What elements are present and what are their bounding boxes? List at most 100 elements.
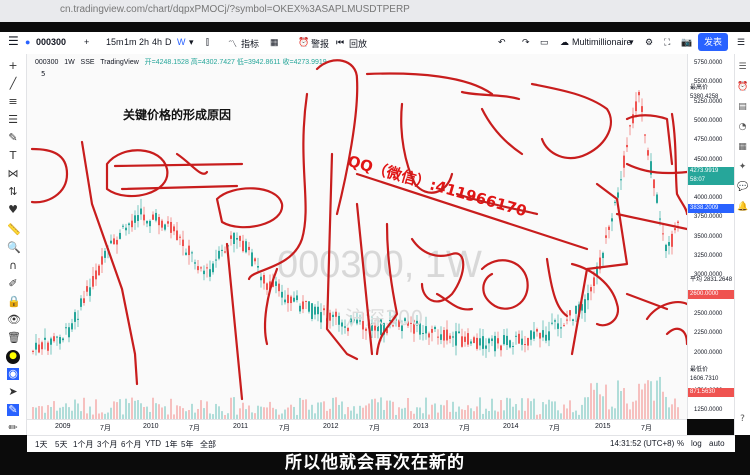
crosshair-icon[interactable]: + [7, 60, 19, 72]
ideas-icon[interactable]: ✦ [737, 162, 748, 173]
replay-button[interactable]: 回放 [349, 37, 367, 50]
layout-dropdown-icon[interactable]: ▾ [629, 37, 634, 48]
browser-address-bar[interactable]: cn.tradingview.com/chart/dqpxPMOCj/?symb… [0, 0, 750, 22]
templates-icon[interactable]: ▦ [270, 37, 279, 48]
time-label: 2012 [323, 423, 339, 430]
brush-icon[interactable]: ✎ [7, 132, 19, 144]
eye-icon[interactable]: 👁 [7, 314, 21, 326]
horizontal-line-icon[interactable]: ≡ [7, 96, 19, 108]
handwriting-overlay [30, 59, 687, 401]
price-tick: 4750.0000 [694, 137, 723, 144]
stay-drawing-icon[interactable]: ✐ [7, 278, 19, 290]
notifications-icon[interactable]: 🔔 [737, 202, 748, 213]
price-tick: 5000.0000 [694, 117, 723, 124]
last-price-label: 4273.9919 [688, 167, 737, 176]
price-tick: 2000.0000 [694, 349, 723, 356]
zoom-in-icon[interactable]: 🔍 [7, 242, 21, 254]
redo-icon[interactable]: ↷ [522, 37, 530, 48]
hotlist-icon[interactable]: ◔ [737, 122, 748, 133]
right-sidebar: ☰ ⏰ ▤ ◔ ▦ ✦ 💬 🔔 ? [734, 54, 750, 435]
low-label: 最低价 1606.7310 [688, 366, 737, 382]
eraser-icon[interactable]: ✎ [7, 404, 19, 416]
chart-pane[interactable]: 000300, 1W 沪深300 000300 1W SSE TradingVi… [27, 54, 687, 419]
cursor-icon[interactable]: ➤ [7, 386, 19, 398]
time-label: 7月 [549, 425, 560, 432]
prediction-icon[interactable]: ⇅ [7, 186, 19, 198]
url-text: cn.tradingview.com/chart/dqpxPMOCj/?symb… [60, 4, 410, 15]
watchlist-icon[interactable]: ☰ [737, 62, 748, 73]
clock-readout[interactable]: 14:31:52 (UTC+8) [610, 439, 674, 448]
data-window-icon[interactable]: ▤ [737, 102, 748, 113]
bulb-icon[interactable]: ● [6, 350, 20, 364]
indicators-icon: 〽 [228, 39, 238, 49]
bar-style-icon[interactable]: ⫿ [206, 37, 209, 48]
percent-toggle[interactable]: % [677, 439, 684, 448]
interval-dropdown[interactable]: ▾ [189, 37, 194, 48]
calendar-icon[interactable]: ▦ [737, 142, 748, 153]
camera-icon[interactable]: 📷 [681, 37, 692, 48]
time-label: 7月 [369, 425, 380, 432]
high-label: 最高价 5380.4258 [688, 84, 737, 100]
price-tick: 4500.0000 [694, 156, 723, 163]
eye-active-icon[interactable]: ◉ [7, 368, 19, 380]
alert-button[interactable]: 警报 [311, 37, 329, 50]
fullscreen-icon[interactable]: ⛶ [664, 37, 670, 48]
magnet-icon[interactable]: ∩ [7, 260, 19, 272]
price-tick: 4000.0000 [694, 195, 723, 202]
ruler-icon[interactable]: 📏 [7, 224, 21, 236]
video-subtitle: 所以他就会再次在新的 [285, 453, 465, 473]
interval-2h[interactable]: 2h [139, 37, 149, 47]
time-label: 7月 [459, 425, 470, 432]
price-tick: 3750.0000 [694, 214, 723, 221]
layout-name[interactable]: Multimillionaire [572, 37, 632, 47]
right-menu-icon[interactable]: ☰ [737, 37, 745, 48]
help-icon[interactable]: ? [737, 414, 748, 425]
indicators-button[interactable]: 指标 [241, 37, 259, 50]
trend-line-icon[interactable]: ╱ [7, 78, 19, 90]
interval-d[interactable]: D [165, 37, 172, 47]
text-icon[interactable]: T [7, 150, 19, 162]
symbol-search[interactable]: 000300 [36, 37, 66, 47]
time-label: 2009 [55, 423, 71, 430]
time-label: 7月 [189, 425, 200, 432]
time-label: 2014 [503, 423, 519, 430]
time-label: 7月 [641, 425, 652, 432]
layout-icon[interactable]: ▭ [540, 37, 549, 48]
countdown-label: 58:07 [688, 176, 737, 185]
time-label: 7月 [279, 425, 290, 432]
auto-toggle[interactable]: auto [709, 439, 725, 448]
pen-icon[interactable]: ✏ [7, 422, 19, 434]
trash-icon[interactable]: 🗑 [7, 332, 21, 344]
price-tick: 5750.0000 [694, 60, 723, 66]
fib-icon[interactable]: ☰ [7, 114, 19, 126]
drawing-toolbar: + ╱ ≡ ☰ ✎ T ⋈ ⇅ ♥ 📏 🔍 ∩ ✐ 🔒 👁 🗑 ● ◉ ➤ ✎ … [0, 54, 27, 435]
undo-icon[interactable]: ↶ [498, 37, 506, 48]
alerts-sidebar-icon[interactable]: ⏰ [737, 82, 748, 93]
interval-1m[interactable]: 1m [124, 37, 137, 47]
pattern-icon[interactable]: ⋈ [7, 168, 19, 180]
chart-toolbar: ☰ ● 000300 + 15m 1m 2h 4h D W ▾ ⫿ 〽 指标 ▦… [0, 32, 750, 55]
log-toggle[interactable]: log [691, 439, 702, 448]
price-tick: 3250.0000 [694, 253, 723, 259]
interval-w[interactable]: W [177, 37, 186, 47]
range-ytd[interactable]: YTD [145, 439, 161, 448]
crosshair-price-label: 3838.2009 [688, 204, 737, 213]
lock-icon[interactable]: 🔒 [7, 296, 21, 308]
interval-15m[interactable]: 15m [106, 37, 124, 47]
level-label: 2600.0000 [688, 290, 737, 299]
icon-tool-icon[interactable]: ♥ [7, 204, 19, 216]
menu-icon[interactable]: ☰ [8, 34, 19, 48]
chat-icon[interactable]: 💬 [737, 182, 748, 193]
time-label: 2015 [595, 423, 611, 430]
interval-4h[interactable]: 4h [152, 37, 162, 47]
price-tick: 2250.0000 [694, 330, 723, 337]
compare-add-button[interactable]: + [84, 37, 89, 47]
average-label: 平均 2831.2648 [688, 276, 737, 285]
publish-button[interactable]: 发表 [698, 33, 728, 51]
settings-icon[interactable]: ⚙ [645, 37, 653, 48]
time-axis[interactable]: 2009 7月 2010 7月 2011 7月 2012 7月 2013 7月 … [27, 419, 687, 436]
symbol-dot-icon: ● [25, 37, 31, 47]
time-label: 2013 [413, 423, 429, 430]
cloud-icon: ☁ [560, 37, 569, 47]
price-axis[interactable]: 5750.00005500.00005250.00005000.00004750… [687, 54, 737, 419]
